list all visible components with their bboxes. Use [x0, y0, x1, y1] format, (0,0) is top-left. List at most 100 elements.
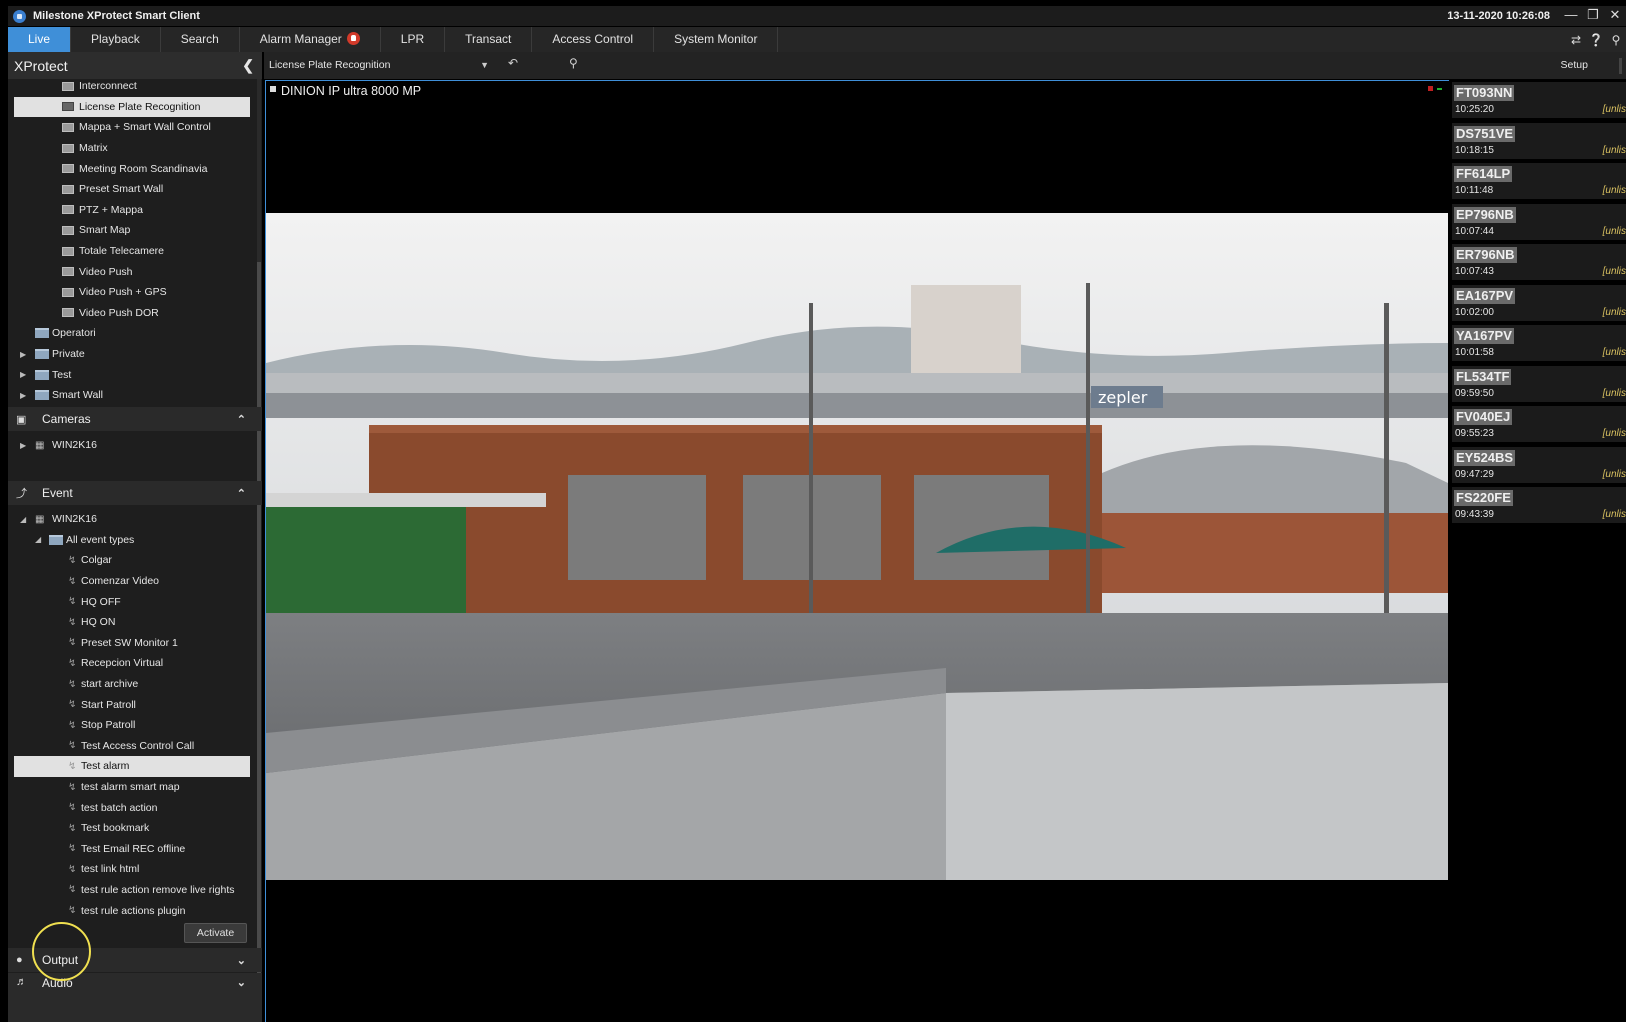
plate-entry[interactable]: DS751VE 10:18:15 [unlis — [1452, 122, 1626, 161]
event-item[interactable]: ↯ HQ OFF — [14, 591, 250, 612]
event-item[interactable]: ↯ Test Email REC offline — [14, 839, 250, 860]
event-item[interactable]: ↯ start archive — [14, 674, 250, 695]
tab-system-monitor[interactable]: System Monitor — [654, 27, 779, 52]
collapse-arrow-icon[interactable]: ◢ — [33, 535, 49, 544]
help-icon[interactable]: ❔ — [1586, 33, 1606, 47]
view-item-ptz-mappa[interactable]: PTZ + Mappa — [14, 200, 250, 221]
view-select[interactable]: License Plate Recognition ▼ — [269, 56, 489, 75]
search-view-icon[interactable]: ⚲ — [569, 56, 578, 70]
view-item-matrix[interactable]: Matrix — [14, 138, 250, 159]
expand-arrow-icon[interactable]: ▶ — [17, 441, 35, 450]
plate-entry[interactable]: FV040EJ 09:55:23 [unlis — [1452, 406, 1626, 444]
plate-entry[interactable]: FT093NN 10:25:20 [unlis — [1452, 82, 1626, 120]
event-item[interactable]: ↯ Recepcion Virtual — [14, 653, 250, 674]
folder-test[interactable]: ▶ Test — [14, 364, 250, 385]
audio-section-header[interactable]: ♬ Audio ⌄ — [8, 973, 262, 1022]
event-group-all[interactable]: ◢ All event types — [14, 530, 250, 551]
tab-alarm-manager[interactable]: Alarm Manager — [240, 27, 381, 52]
plate-entry[interactable]: ER796NB 10:07:43 [unlis — [1452, 244, 1626, 282]
tab-transact[interactable]: Transact — [445, 27, 533, 52]
event-section-header[interactable]: ⤴ Event ⌃ — [8, 481, 262, 505]
status-arrows-icon[interactable]: ⇄ — [1566, 33, 1586, 47]
collapse-pane-icon[interactable]: ❮ — [242, 57, 254, 74]
chevron-down-icon[interactable]: ⌄ — [237, 976, 246, 989]
event-item-selected[interactable]: ↯ Test alarm — [14, 756, 250, 777]
plate-time: 10:01:58 — [1455, 347, 1494, 358]
expand-arrow-icon[interactable]: ▶ — [17, 391, 35, 400]
event-item[interactable]: ↯ test batch action — [14, 797, 250, 818]
tab-label: Live — [28, 32, 51, 46]
event-server-item[interactable]: ◢ ▦ WIN2K16 — [14, 509, 250, 530]
scrollbar-thumb[interactable] — [257, 262, 261, 1022]
event-item[interactable]: ↯ test rule action remove live rights — [14, 880, 250, 901]
plate-entry[interactable]: FF614LP 10:11:48 [unlis — [1452, 163, 1626, 201]
view-item-interconnect[interactable]: Interconnect — [14, 76, 250, 97]
plate-number: YA167PV — [1454, 328, 1514, 344]
tab-access-control[interactable]: Access Control — [532, 27, 655, 52]
view-layout-icon — [62, 308, 74, 318]
event-item[interactable]: ↯ Colgar — [14, 550, 250, 571]
folder-operatori[interactable]: Operatori — [14, 323, 250, 344]
event-item[interactable]: ↯ Stop Patroll — [14, 715, 250, 736]
event-item[interactable]: ↯ HQ ON — [14, 612, 250, 633]
tab-lpr[interactable]: LPR — [381, 27, 446, 52]
event-item[interactable]: ↯ Start Patroll — [14, 694, 250, 715]
view-item-smart-map[interactable]: Smart Map — [14, 220, 250, 241]
event-item[interactable]: ↯ test alarm smart map — [14, 777, 250, 798]
view-label: Interconnect — [79, 80, 137, 93]
close-icon[interactable]: ✕ — [1604, 6, 1626, 26]
collapse-arrow-icon[interactable]: ◢ — [17, 515, 35, 524]
plate-number: FS220FE — [1454, 490, 1513, 506]
expand-arrow-icon[interactable]: ▶ — [17, 370, 35, 379]
plate-entry[interactable]: EY524BS 09:47:29 [unlis — [1452, 446, 1626, 485]
xprotect-logo-icon — [13, 9, 26, 23]
plate-time: 10:25:20 — [1455, 104, 1494, 115]
plate-entry[interactable]: EA167PV 10:02:00 [unlis — [1452, 284, 1626, 323]
view-item-meeting-room[interactable]: Meeting Room Scandinavia — [14, 158, 250, 179]
event-item[interactable]: ↯ Test bookmark — [14, 818, 250, 839]
event-item[interactable]: ↯ test rule actions plugin — [14, 900, 250, 921]
plate-entry[interactable]: FL534TF 09:59:50 [unlis — [1452, 365, 1626, 404]
plate-entry[interactable]: YA167PV 10:01:58 [unlis — [1452, 325, 1626, 363]
plate-entry[interactable]: EP796NB 10:07:44 [unlis — [1452, 203, 1626, 242]
view-item-mappa-smart-wall[interactable]: Mappa + Smart Wall Control — [14, 117, 250, 138]
event-label: Test Email REC offline — [81, 842, 186, 855]
view-item-video-push-gps[interactable]: Video Push + GPS — [14, 282, 250, 303]
view-item-preset-smart-wall[interactable]: Preset Smart Wall — [14, 179, 250, 200]
tab-playback[interactable]: Playback — [71, 27, 161, 52]
tab-label: Transact — [465, 32, 512, 46]
chevron-up-icon[interactable]: ⌃ — [237, 487, 246, 500]
tab-search[interactable]: Search — [161, 27, 240, 52]
activate-button[interactable]: Activate — [184, 923, 247, 943]
chevron-down-icon[interactable]: ⌄ — [237, 954, 246, 967]
tab-live[interactable]: Live — [8, 27, 72, 52]
minimize-icon[interactable]: — — [1560, 6, 1582, 26]
restore-icon[interactable]: ❐ — [1582, 6, 1604, 26]
undo-view-icon[interactable]: ↶ — [508, 56, 518, 70]
setup-button[interactable]: Setup — [1561, 52, 1588, 79]
view-layout-icon — [62, 267, 74, 277]
chevron-up-icon[interactable]: ⌃ — [237, 413, 246, 426]
plate-time: 09:47:29 — [1455, 468, 1494, 480]
view-item-license-plate-recognition[interactable]: License Plate Recognition — [14, 96, 250, 118]
folder-smart-wall[interactable]: ▶ Smart Wall — [14, 385, 250, 406]
pin-icon[interactable]: ⚲ — [1606, 33, 1626, 47]
event-label: HQ ON — [81, 616, 116, 629]
pane-header: XProtect ❮ — [8, 52, 262, 79]
view-item-video-push[interactable]: Video Push — [14, 261, 250, 282]
view-item-video-push-dor[interactable]: Video Push DOR — [14, 303, 250, 324]
live-indicator-icon — [1437, 88, 1442, 90]
event-item[interactable]: ↯ test link html — [14, 859, 250, 880]
cameras-section-header[interactable]: ▣ Cameras ⌃ — [8, 407, 262, 431]
bolt-icon: ↯ — [68, 699, 77, 711]
expand-arrow-icon[interactable]: ▶ — [17, 350, 35, 359]
event-item[interactable]: ↯ Test Access Control Call — [14, 736, 250, 757]
event-item[interactable]: ↯ Comenzar Video — [14, 571, 250, 592]
camera-view[interactable]: DINION IP ultra 8000 MP zepler — [265, 80, 1449, 1022]
folder-private[interactable]: ▶ Private — [14, 344, 250, 365]
event-item[interactable]: ↯ Preset SW Monitor 1 — [14, 633, 250, 654]
camera-server-item[interactable]: ▶ ▦ WIN2K16 — [14, 435, 250, 456]
plate-entry[interactable]: FS220FE 09:43:39 [unlis — [1452, 487, 1626, 525]
event-label: Preset SW Monitor 1 — [81, 636, 178, 649]
view-item-totale-telecamere[interactable]: Totale Telecamere — [14, 241, 250, 262]
